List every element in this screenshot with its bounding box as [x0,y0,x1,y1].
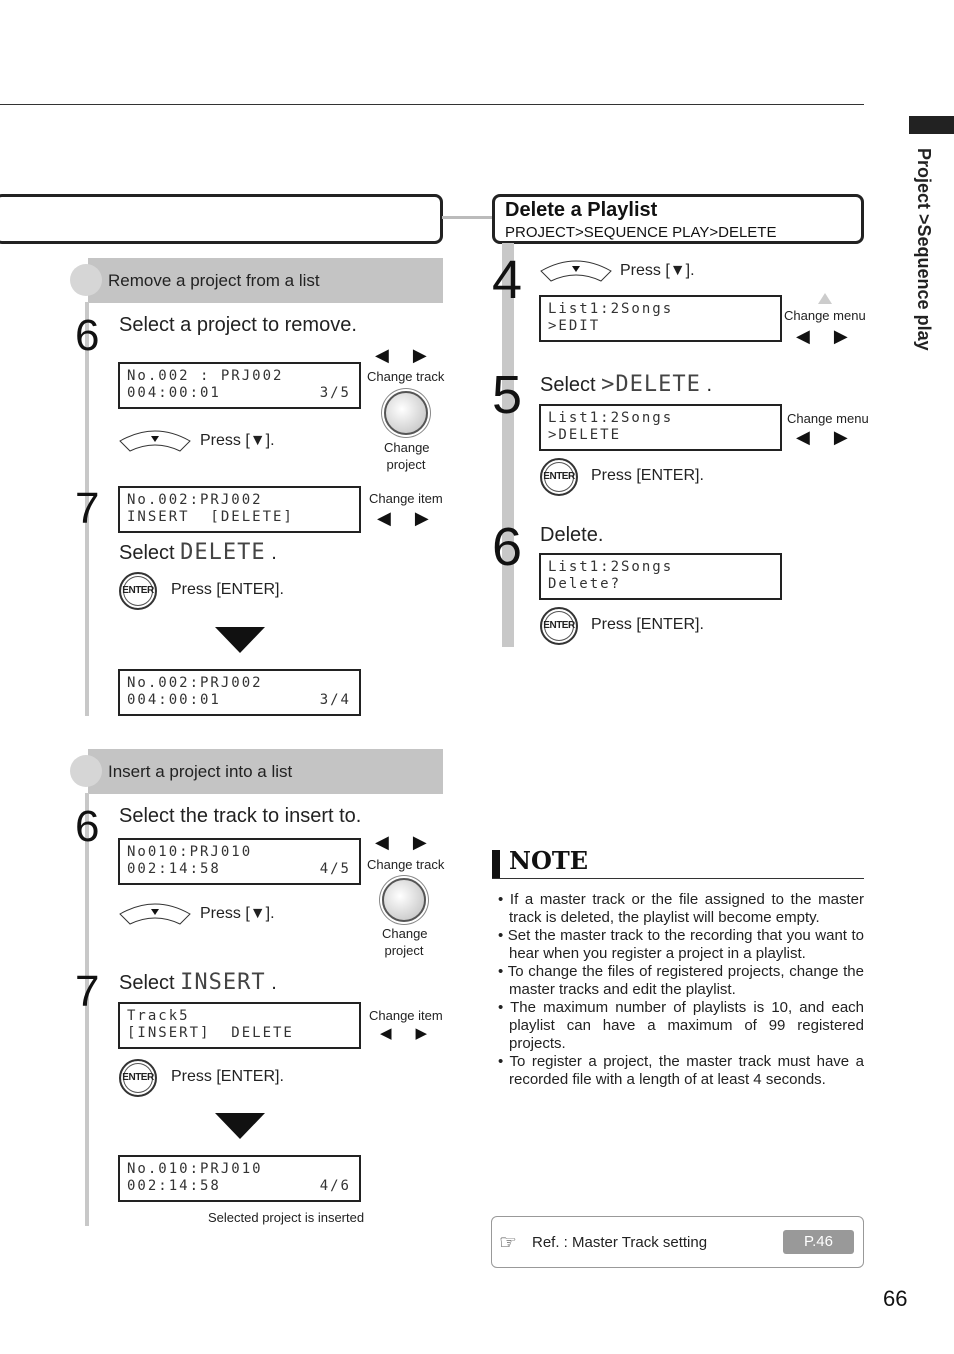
step-number: 6 [75,311,100,360]
enter-button-icon: ENTER [119,572,157,610]
reference-text: Ref. : Master Track setting [532,1234,708,1251]
right-header-box: Delete a Playlist PROJECT>SEQUENCE PLAY>… [492,194,864,244]
left-right-arrows-icon: ◀▶ [377,508,453,528]
note-list: • If a master track or the file assigned… [496,891,864,1089]
step-number: 4 [492,250,523,310]
header-connector [442,216,492,219]
note-title: NOTE [509,846,588,875]
insert-band: Insert a project into a list [88,749,443,794]
left-right-arrows-icon: ◀▶ [380,1025,452,1042]
left-right-arrows-icon: ◀▶ [375,345,451,365]
dial-icon [384,391,428,435]
arrow-label: Change menu [787,411,869,426]
band-circle [70,264,102,296]
note-item: • If a master track or the file assigned… [498,891,864,926]
step-number: 7 [75,484,100,533]
left-header-box [0,194,443,244]
down-button-icon [540,260,612,282]
down-button-icon [119,903,191,925]
dial-icon [382,878,426,922]
down-triangle-icon [215,1113,265,1139]
page-number: 66 [883,1286,908,1311]
lcd-display: List1:2Songs >DELETE [539,404,782,451]
instruction: Press [ENTER]. [171,581,284,598]
note-bar [492,850,500,878]
arrow-label: Change menu [784,308,866,323]
arrow-label: Change track [367,369,445,384]
menu-path: PROJECT>SEQUENCE PLAY>DELETE [505,224,777,241]
lcd-display: No010:PRJ010 002:14:58 4/5 [118,838,361,885]
band-circle [70,755,102,787]
down-button-icon [119,430,191,452]
section-tab-label: Project >Sequence play [914,148,934,351]
step-number: 5 [492,365,523,425]
note-item: • To change the files of registered proj… [498,963,864,998]
left-right-arrows-icon: ◀▶ [796,326,872,346]
step-number: 6 [75,802,100,851]
note-item: • Set the master track to the recording … [498,927,864,962]
instruction: Press [▼]. [200,905,275,922]
enter-button-icon: ENTER [119,1059,157,1097]
pointing-hand-icon: ☞ [499,1232,517,1254]
lcd-display: List1:2Songs Delete? [539,553,782,600]
lcd-display: List1:2Songs >EDIT [539,295,782,342]
instruction: Press [ENTER]. [591,616,704,633]
note-rule [492,878,864,879]
step-text: Select a project to remove. [119,314,357,336]
left-right-arrows-icon: ◀▶ [375,832,451,852]
section-tab-marker [909,116,954,134]
select-instruction: Select INSERT . [119,970,277,995]
dial-label: Change project [382,926,428,958]
arrow-label: Change item [369,491,443,506]
instruction: Press [▼]. [620,262,695,279]
instruction: Press [ENTER]. [171,1068,284,1085]
lcd-display: No.010:PRJ010 002:14:58 4/6 [118,1155,361,1202]
enter-button-icon: ENTER [540,607,578,645]
lcd-display: Track5 [INSERT] DELETE [118,1002,361,1049]
instruction: Press [▼]. [200,432,275,449]
select-instruction: Select >DELETE . [540,372,712,397]
note-item: • To register a project, the master trac… [498,1053,864,1088]
note-item: • The maximum number of playlists is 10,… [498,999,864,1052]
lcd-display: No.002 : PRJ002 004:00:01 3/5 [118,362,361,409]
step-text: Select the track to insert to. [119,805,362,827]
step-text: Delete. [540,524,604,546]
arrow-label: Change track [367,857,445,872]
arrow-label: Change item [369,1008,443,1023]
remove-band: Remove a project from a list [88,258,443,303]
page-reference-badge[interactable]: P.46 [783,1230,854,1254]
select-instruction: Select DELETE . [119,540,277,565]
top-rule [0,104,864,105]
step-number: 6 [492,517,523,577]
up-arrow-icon [818,293,832,304]
left-right-arrows-icon: ◀▶ [796,427,872,447]
step-number: 7 [75,967,100,1016]
dial-label: Change project [384,440,430,472]
enter-button-icon: ENTER [540,458,578,496]
lcd-display: No.002:PRJ002 INSERT [DELETE] [118,486,361,533]
down-triangle-icon [215,627,265,653]
lcd-display: No.002:PRJ002 004:00:01 3/4 [118,669,361,716]
caption: Selected project is inserted [208,1210,365,1225]
section-title: Delete a Playlist [505,199,658,221]
instruction: Press [ENTER]. [591,467,704,484]
